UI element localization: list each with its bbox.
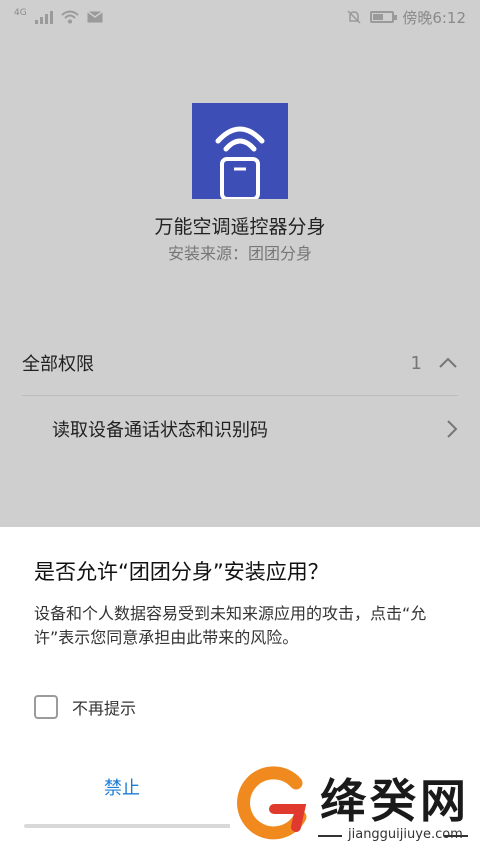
remote-wifi-icon bbox=[215, 126, 265, 201]
all-permissions-header[interactable]: 全部权限 1 bbox=[22, 342, 458, 384]
chevron-up-icon bbox=[439, 357, 457, 368]
dont-show-again-row[interactable]: 不再提示 bbox=[34, 695, 136, 719]
watermark-logo bbox=[237, 766, 307, 840]
clock: 傍晚6:12 bbox=[402, 8, 466, 27]
wifi-icon bbox=[61, 10, 79, 24]
watermark-text: 绛癸网 bbox=[320, 774, 470, 828]
status-bar: 4G 傍晚6:12 bbox=[0, 0, 480, 34]
permission-item-label: 读取设备通话状态和识别码 bbox=[52, 420, 268, 441]
status-right: 傍晚6:12 bbox=[346, 7, 466, 28]
watermark: 绛癸网 jiangguijiuye.com bbox=[230, 755, 480, 853]
signal-icon bbox=[34, 10, 53, 24]
permission-item[interactable]: 读取设备通话状态和识别码 bbox=[52, 408, 458, 450]
dialog-title: 是否允许“团团分身”安装应用？ bbox=[34, 560, 329, 584]
dont-show-again-label: 不再提示 bbox=[72, 699, 137, 718]
permissions-count-group: 1 bbox=[411, 353, 458, 374]
permissions-count: 1 bbox=[410, 352, 422, 374]
bottom-strip bbox=[24, 824, 244, 828]
mute-notification-icon bbox=[347, 10, 361, 24]
deny-button[interactable]: 禁止 bbox=[60, 774, 184, 804]
battery-icon bbox=[370, 11, 398, 23]
mail-icon bbox=[86, 11, 103, 23]
dialog-message: 设备和个人数据容易受到未知来源应用的攻击，点击“允许”表示您同意承担由此带来的风… bbox=[34, 604, 427, 647]
app-name: 万能空调遥控器分身 bbox=[154, 216, 326, 238]
network-type: 4G bbox=[14, 7, 27, 18]
app-icon bbox=[192, 103, 288, 201]
divider bbox=[22, 395, 458, 396]
install-source: 安装来源：团团分身 bbox=[167, 244, 312, 263]
chevron-right-icon bbox=[447, 420, 458, 438]
dont-show-again-checkbox[interactable] bbox=[34, 695, 58, 719]
status-left: 4G bbox=[14, 7, 103, 24]
permissions-label: 全部权限 bbox=[22, 354, 94, 375]
